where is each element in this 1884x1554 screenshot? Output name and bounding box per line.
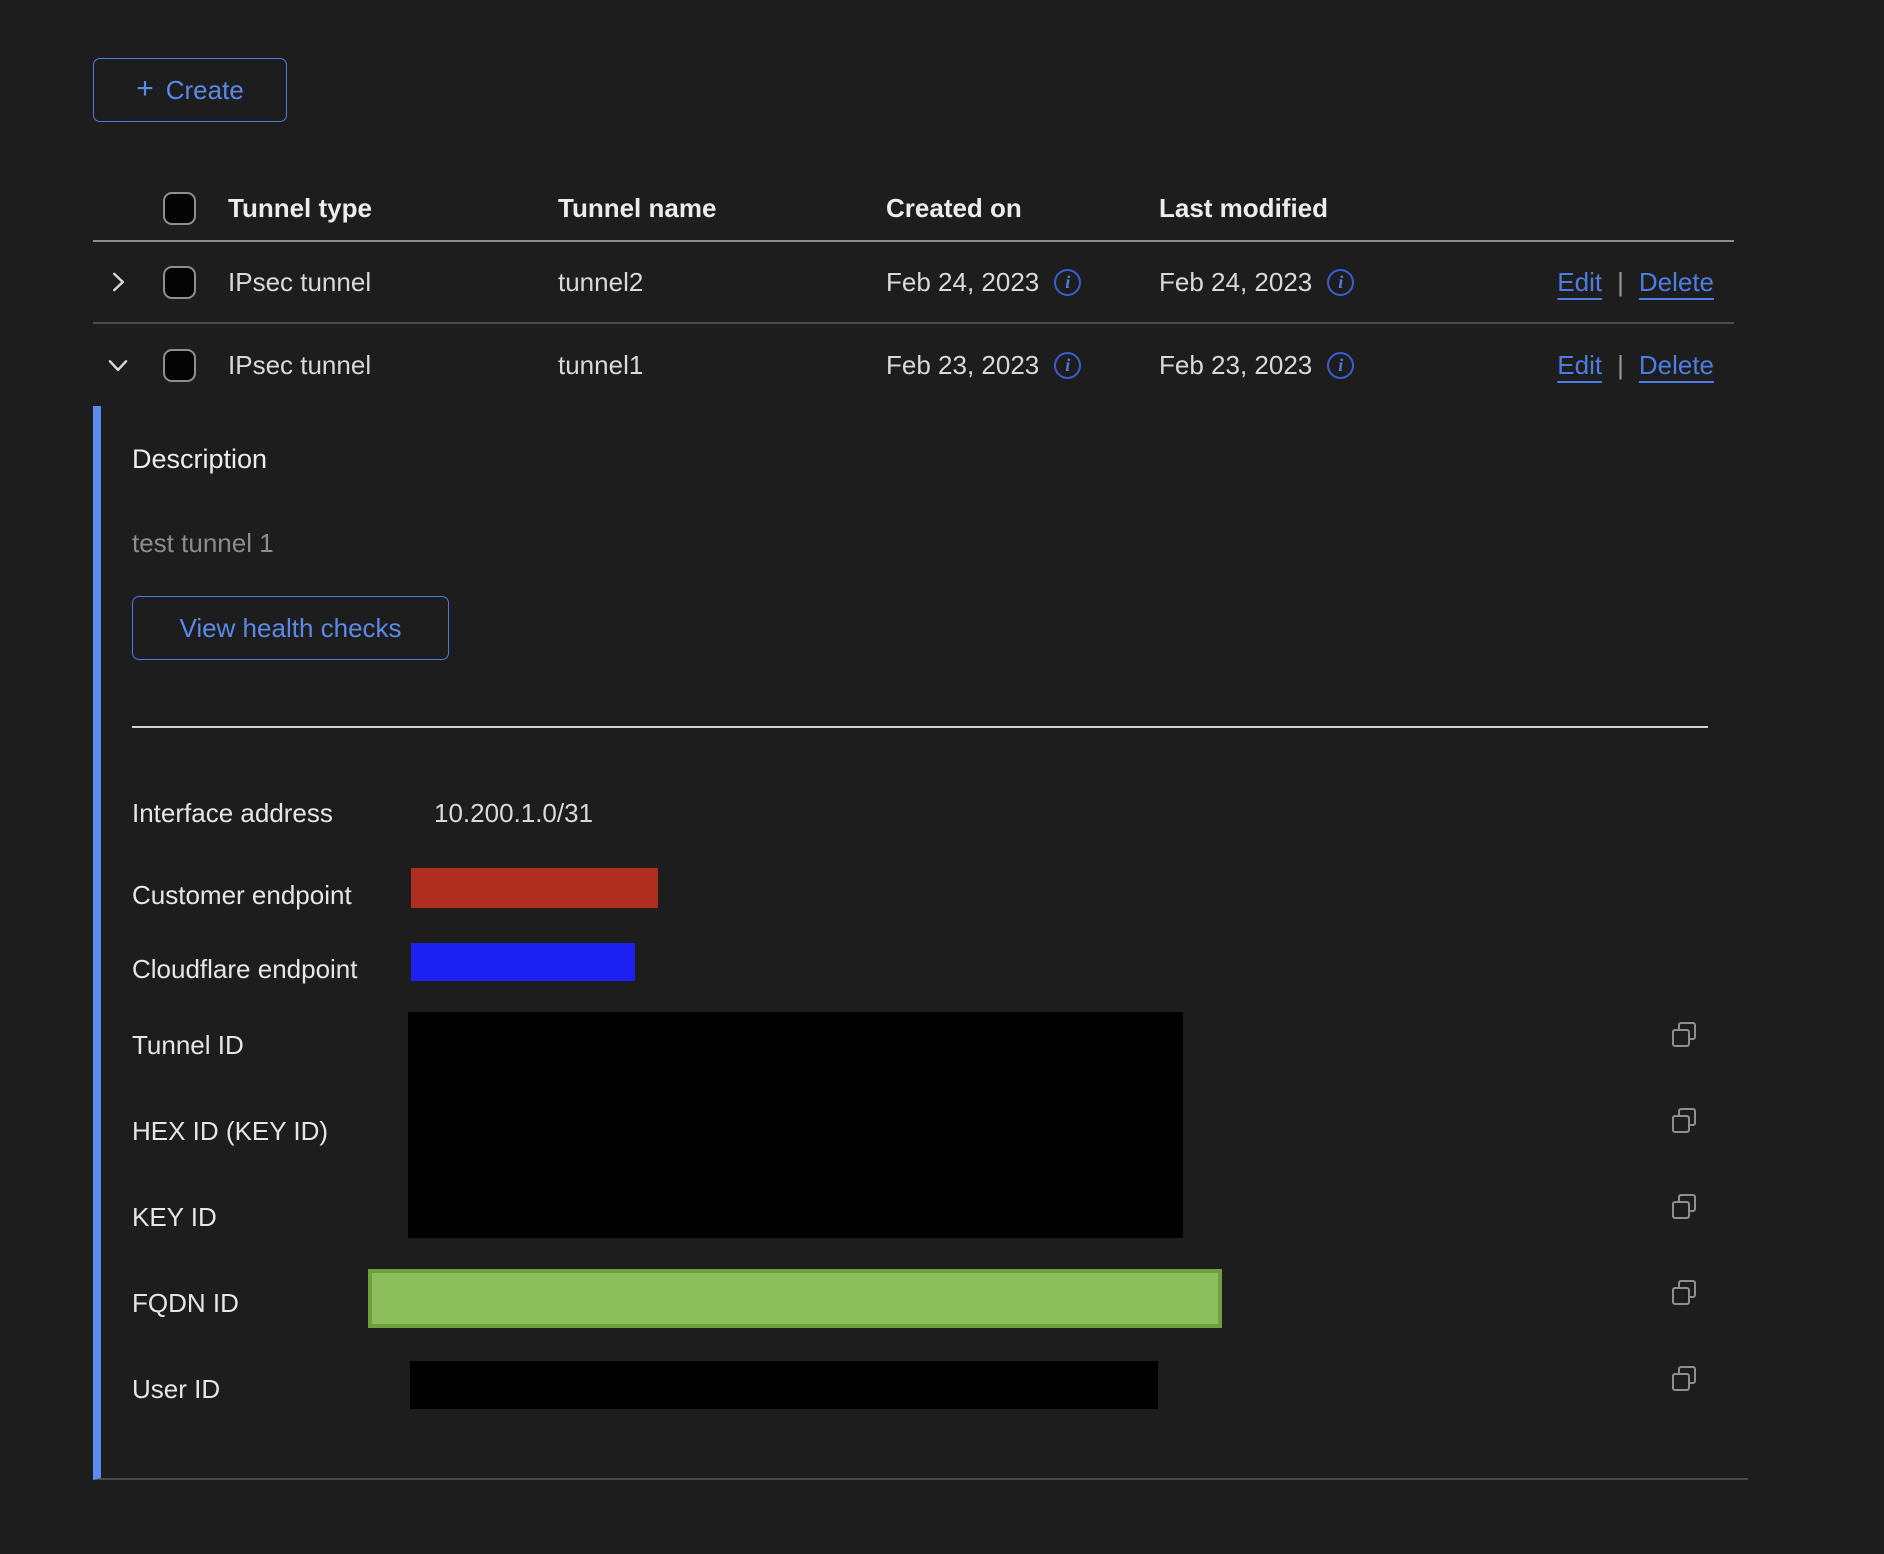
copy-icon: [1667, 1104, 1701, 1138]
create-button[interactable]: + Create: [93, 58, 287, 122]
cell-created-on: Feb 24, 2023: [886, 267, 1039, 298]
edit-link[interactable]: Edit: [1557, 350, 1602, 381]
info-icon[interactable]: i: [1054, 269, 1081, 296]
fqdn-id-redacted-value: [368, 1269, 1222, 1328]
copy-fqdn-id-button[interactable]: [1667, 1276, 1701, 1310]
view-health-checks-button[interactable]: View health checks: [132, 596, 449, 660]
copy-user-id-button[interactable]: [1667, 1362, 1701, 1396]
customer-endpoint-label: Customer endpoint: [132, 880, 352, 911]
fqdn-id-label: FQDN ID: [132, 1288, 239, 1319]
copy-tunnel-id-button[interactable]: [1667, 1018, 1701, 1052]
interface-address-label: Interface address: [132, 798, 333, 829]
table-row-tunnel1: IPsec tunnel tunnel1 Feb 23, 2023 i Feb …: [93, 324, 1734, 406]
header-tunnel-name: Tunnel name: [558, 193, 886, 224]
chevron-right-icon: [105, 269, 131, 295]
copy-icon: [1667, 1190, 1701, 1224]
select-all-checkbox[interactable]: [163, 192, 196, 225]
table-header-row: Tunnel type Tunnel name Created on Last …: [93, 176, 1734, 242]
copy-hex-id-button[interactable]: [1667, 1104, 1701, 1138]
info-icon[interactable]: i: [1327, 352, 1354, 379]
collapse-row-button[interactable]: [103, 350, 133, 380]
edit-link[interactable]: Edit: [1557, 267, 1602, 298]
row-checkbox[interactable]: [163, 349, 196, 382]
interface-address-value: 10.200.1.0/31: [434, 798, 593, 829]
tunnels-table: Tunnel type Tunnel name Created on Last …: [93, 176, 1734, 406]
cloudflare-endpoint-label: Cloudflare endpoint: [132, 954, 358, 985]
header-tunnel-type: Tunnel type: [228, 193, 558, 224]
view-health-checks-label: View health checks: [179, 613, 401, 644]
expand-row-button[interactable]: [103, 267, 133, 297]
cell-last-modified: Feb 24, 2023: [1159, 267, 1312, 298]
copy-icon: [1667, 1018, 1701, 1052]
chevron-down-icon: [105, 352, 131, 378]
cell-tunnel-type: IPsec tunnel: [228, 350, 558, 381]
tunnel-details-panel: Description test tunnel 1 View health ch…: [93, 406, 1748, 1480]
details-divider: [132, 726, 1708, 728]
cell-tunnel-type: IPsec tunnel: [228, 267, 558, 298]
customer-endpoint-redacted-value: [411, 868, 658, 908]
info-icon[interactable]: i: [1327, 269, 1354, 296]
ipsec-tunnels-page: + Create Tunnel type Tunnel name Created…: [0, 0, 1884, 1554]
row-checkbox[interactable]: [163, 266, 196, 299]
ids-redacted-value: [408, 1012, 1183, 1238]
cell-last-modified: Feb 23, 2023: [1159, 350, 1312, 381]
actions-separator: |: [1617, 350, 1624, 381]
cell-tunnel-name: tunnel2: [558, 267, 886, 298]
description-value: test tunnel 1: [132, 528, 274, 559]
cell-tunnel-name: tunnel1: [558, 350, 886, 381]
actions-separator: |: [1617, 267, 1624, 298]
plus-icon: +: [136, 74, 154, 104]
copy-icon: [1667, 1276, 1701, 1310]
header-last-modified: Last modified: [1159, 193, 1539, 224]
copy-icon: [1667, 1362, 1701, 1396]
info-icon[interactable]: i: [1054, 352, 1081, 379]
create-button-label: Create: [166, 75, 244, 106]
user-id-label: User ID: [132, 1374, 220, 1405]
delete-link[interactable]: Delete: [1639, 350, 1714, 381]
delete-link[interactable]: Delete: [1639, 267, 1714, 298]
header-created-on: Created on: [886, 193, 1159, 224]
cloudflare-endpoint-redacted-value: [411, 943, 635, 981]
table-row-tunnel2: IPsec tunnel tunnel2 Feb 24, 2023 i Feb …: [93, 242, 1734, 324]
tunnel-id-label: Tunnel ID: [132, 1030, 244, 1061]
cell-created-on: Feb 23, 2023: [886, 350, 1039, 381]
hex-id-label: HEX ID (KEY ID): [132, 1116, 328, 1147]
description-label: Description: [132, 444, 267, 475]
user-id-redacted-value: [410, 1361, 1158, 1409]
copy-key-id-button[interactable]: [1667, 1190, 1701, 1224]
key-id-label: KEY ID: [132, 1202, 217, 1233]
